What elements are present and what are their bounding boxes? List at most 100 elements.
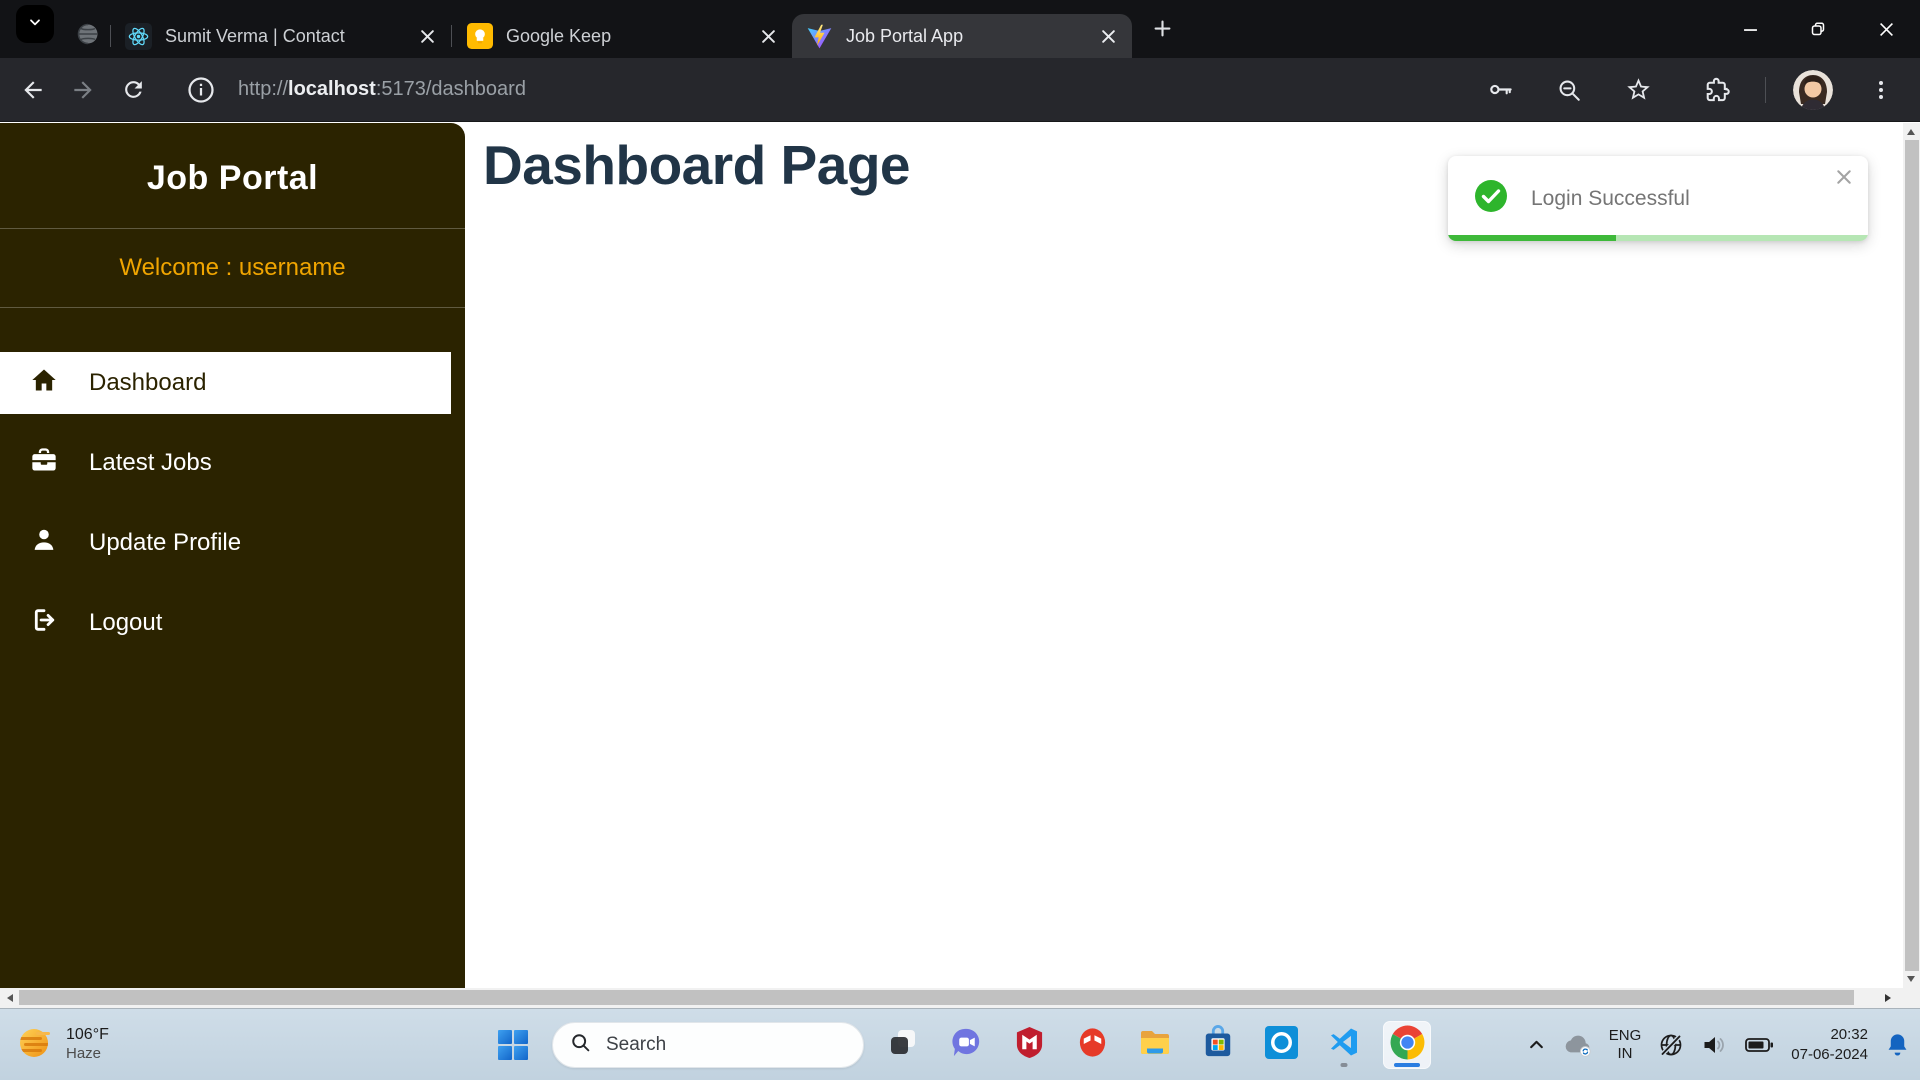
file-explorer-button[interactable] (1131, 1021, 1179, 1069)
mcafee-shield-icon (1014, 1026, 1045, 1064)
hidden-icons-chevron-icon[interactable] (1528, 1036, 1545, 1053)
toolbar-separator (1765, 76, 1766, 103)
taskbar-search[interactable] (552, 1021, 864, 1068)
url-protocol: http:// (238, 78, 289, 100)
app-title: Job Portal (146, 159, 319, 197)
volume-icon[interactable] (1701, 1032, 1727, 1058)
address-bar[interactable]: http://localhost:5173/dashboard (170, 69, 1479, 111)
battery-icon[interactable] (1744, 1033, 1774, 1057)
window-controls (1716, 0, 1920, 58)
zoom-out-icon[interactable] (1548, 69, 1590, 111)
browser-tab-bar: Sumit Verma | Contact Google Keep Job Po… (0, 0, 1920, 58)
bookmark-star-icon[interactable] (1617, 69, 1659, 111)
vertical-scroll-thumb[interactable] (1905, 140, 1919, 971)
search-input[interactable] (604, 1032, 834, 1057)
url-text: http://localhost:5173/dashboard (238, 78, 526, 101)
start-button[interactable] (489, 1021, 537, 1069)
close-window-button[interactable] (1852, 0, 1920, 58)
tray-time: 20:32 (1830, 1026, 1868, 1043)
sidebar: Job Portal Welcome : username Dashboard … (0, 123, 465, 988)
toast-progress-fill (1448, 235, 1616, 241)
main-content: Dashboard Page Login Successful (465, 123, 1903, 988)
microsoft-store-button[interactable] (1194, 1021, 1242, 1069)
sidebar-item-logout[interactable]: Logout (0, 592, 465, 654)
language-indicator[interactable]: ENG IN (1609, 1027, 1642, 1063)
chevron-down-icon (27, 14, 43, 35)
no-internet-globe-icon[interactable] (1658, 1032, 1684, 1058)
scroll-right-arrow[interactable] (1878, 988, 1897, 1007)
browser-menu-icon[interactable] (1860, 69, 1902, 111)
pinned-tab-globe[interactable] (66, 14, 110, 58)
scroll-down-arrow[interactable] (1907, 976, 1915, 982)
alexa-button[interactable] (1257, 1021, 1305, 1069)
briefcase-icon (30, 446, 58, 481)
chat-app-button[interactable] (942, 1021, 990, 1069)
page-viewport: Job Portal Welcome : username Dashboard … (0, 123, 1920, 988)
welcome-text: Welcome : username (119, 254, 346, 281)
back-button[interactable] (12, 69, 54, 111)
weather-condition: Haze (66, 1045, 102, 1063)
toast-close-icon[interactable] (1833, 166, 1855, 188)
profile-avatar[interactable] (1793, 69, 1833, 110)
google-keep-icon (466, 23, 493, 50)
new-tab-button[interactable] (1144, 13, 1180, 49)
vertical-scrollbar[interactable] (1903, 123, 1920, 988)
sidebar-item-label: Logout (89, 609, 163, 636)
sidebar-item-latest-jobs[interactable]: Latest Jobs (0, 432, 465, 494)
chrome-icon (1389, 1024, 1426, 1066)
vite-icon (806, 23, 833, 50)
browser-toolbar: http://localhost:5173/dashboard (0, 58, 1920, 122)
toast-message: Login Successful (1531, 186, 1690, 210)
language-line2: IN (1617, 1044, 1633, 1062)
microsoft-store-icon (1202, 1025, 1234, 1064)
divider (0, 307, 465, 308)
logout-icon (30, 606, 58, 641)
site-info-icon[interactable] (180, 69, 222, 111)
chrome-button[interactable] (1383, 1020, 1431, 1069)
user-icon (30, 526, 58, 561)
sidebar-item-dashboard[interactable]: Dashboard (0, 352, 451, 414)
scrollbar-corner (1899, 988, 1920, 1007)
toast-notification: Login Successful (1448, 156, 1868, 241)
task-view-icon (887, 1026, 919, 1063)
haze-sun-icon (12, 1020, 56, 1069)
notification-bell-icon[interactable] (1885, 1032, 1910, 1057)
minimize-button[interactable] (1716, 0, 1784, 58)
sidebar-item-label: Latest Jobs (89, 449, 212, 476)
url-path: :5173/dashboard (375, 78, 526, 100)
clock-widget[interactable]: 20:32 07-06-2024 (1791, 1025, 1868, 1064)
vscode-icon (1328, 1026, 1360, 1063)
sidebar-item-update-profile[interactable]: Update Profile (0, 512, 465, 574)
tab-title: Job Portal App (846, 25, 964, 46)
task-view-button[interactable] (879, 1021, 927, 1069)
system-tray: ENG IN 20:32 07-06-2024 (1528, 1009, 1910, 1080)
webadvisor-button[interactable] (1068, 1021, 1116, 1069)
horizontal-scrollbar[interactable] (0, 988, 1920, 1009)
close-tab-icon[interactable] (413, 22, 441, 50)
scroll-left-arrow[interactable] (0, 988, 19, 1007)
forward-button[interactable] (62, 69, 104, 111)
screen: Sumit Verma | Contact Google Keep Job Po… (0, 0, 1920, 1080)
close-tab-icon[interactable] (754, 22, 782, 50)
weather-widget[interactable]: 106°F Haze (12, 1009, 109, 1080)
close-tab-icon[interactable] (1094, 22, 1122, 50)
search-icon (570, 1032, 591, 1058)
scroll-up-arrow[interactable] (1907, 129, 1915, 135)
home-icon (30, 366, 58, 401)
tab-search-button[interactable] (16, 5, 54, 43)
extensions-icon[interactable] (1696, 69, 1738, 111)
passwords-key-icon[interactable] (1479, 69, 1521, 111)
language-line1: ENG (1608, 1026, 1642, 1044)
webadvisor-icon (1076, 1026, 1109, 1064)
reload-button[interactable] (112, 69, 154, 111)
vscode-button[interactable] (1320, 1021, 1368, 1069)
mcafee-button[interactable] (1005, 1021, 1053, 1069)
tab-google-keep[interactable]: Google Keep (452, 14, 792, 58)
tab-sumit-verma-contact[interactable]: Sumit Verma | Contact (111, 14, 451, 58)
tab-job-portal-app[interactable]: Job Portal App (792, 14, 1132, 58)
toast-progress-track (1448, 235, 1868, 241)
onedrive-icon[interactable] (1562, 1033, 1592, 1057)
horizontal-scroll-thumb[interactable] (19, 990, 1854, 1005)
taskbar: 106°F Haze Search ENG IN 20:32 07-06-202… (0, 1009, 1920, 1080)
restore-button[interactable] (1784, 0, 1852, 58)
